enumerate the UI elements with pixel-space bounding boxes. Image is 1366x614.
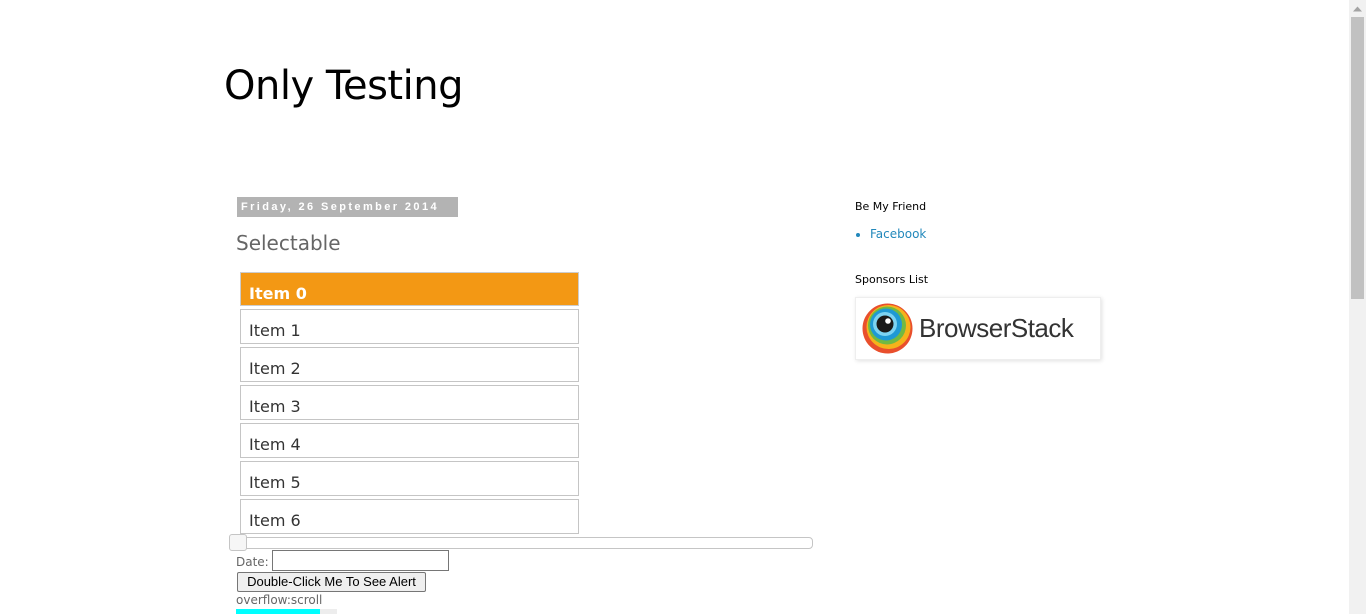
selectable-item-3[interactable]: Item 3 (240, 385, 579, 420)
scroll-thumb[interactable] (1351, 17, 1364, 299)
blog-title[interactable]: Only Testing (224, 62, 463, 110)
selectable-item-2[interactable]: Item 2 (240, 347, 579, 382)
double-click-button[interactable]: Double-Click Me To See Alert (237, 572, 426, 592)
slider-track[interactable] (236, 537, 813, 549)
slider-handle[interactable] (229, 534, 247, 551)
sponsor-banner[interactable]: BrowserStack (855, 297, 1101, 360)
overflow-scroll-content (236, 609, 320, 614)
scroll-up-arrow-icon[interactable] (1349, 0, 1366, 17)
facebook-link[interactable]: Facebook (870, 227, 926, 241)
date-label: Date: (236, 554, 269, 569)
selectable-item-0[interactable]: Item 0 (240, 272, 579, 306)
browserstack-logo-icon (862, 303, 913, 354)
date-header: Friday, 26 September 2014 (237, 197, 458, 217)
page-scrollbar[interactable] (1349, 0, 1366, 614)
selectable-item-1[interactable]: Item 1 (240, 309, 579, 344)
date-row: Date: (236, 550, 449, 571)
selectable-list: Item 0 Item 1 Item 2 Item 3 Item 4 Item … (240, 272, 579, 537)
sponsors-heading: Sponsors List (855, 273, 929, 286)
selectable-item-4[interactable]: Item 4 (240, 423, 579, 458)
selectable-item-6[interactable]: Item 6 (240, 499, 579, 534)
date-input[interactable] (271, 550, 449, 571)
sponsor-name: BrowserStack (919, 313, 1074, 343)
friend-list-item: Facebook (870, 226, 926, 242)
friend-list: Facebook (855, 226, 926, 242)
friend-heading: Be My Friend (855, 200, 927, 213)
selectable-item-5[interactable]: Item 5 (240, 461, 579, 496)
overflow-label: overflow:scroll (236, 593, 323, 607)
overflow-scroll-box[interactable] (236, 609, 337, 614)
post-title[interactable]: Selectable (236, 229, 341, 257)
